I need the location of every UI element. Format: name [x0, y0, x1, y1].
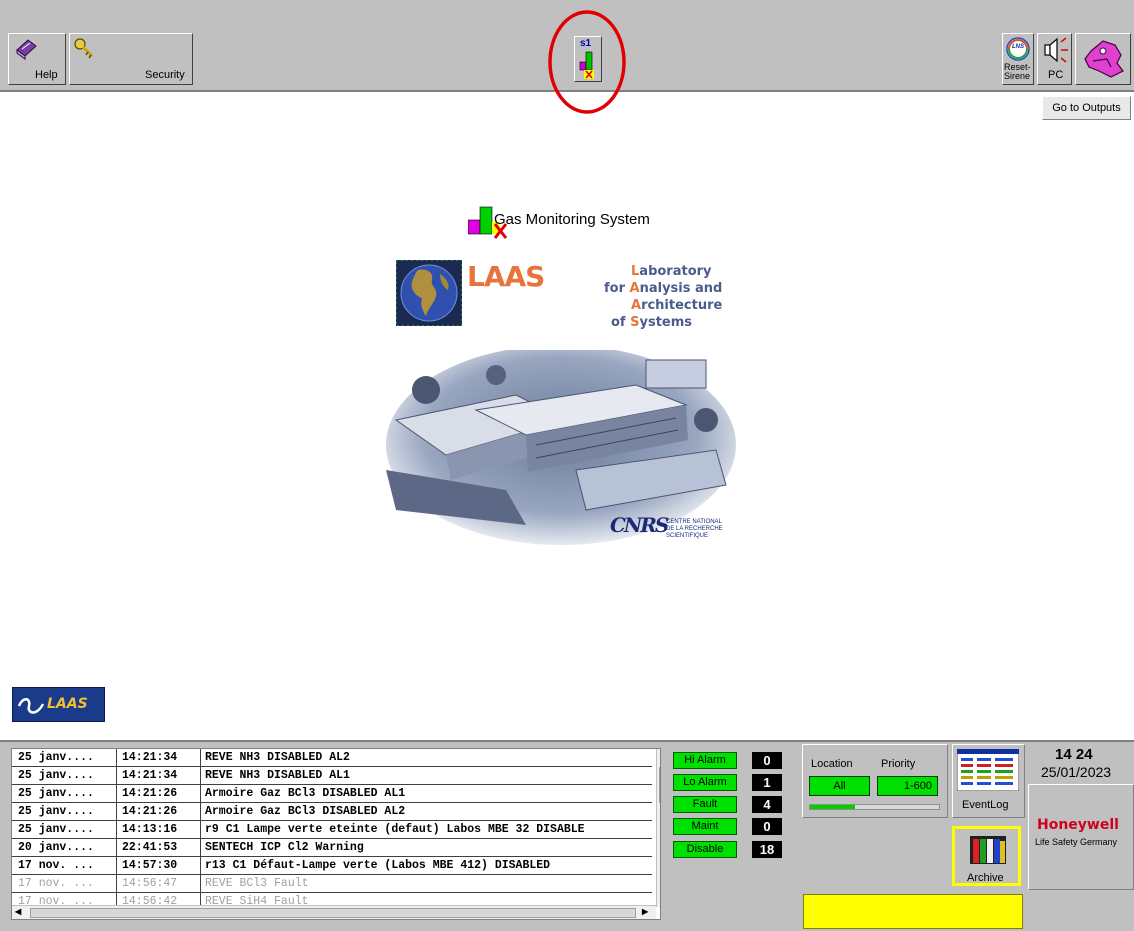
archive-binders-icon [970, 836, 1006, 864]
filter-progress-track [809, 804, 940, 810]
disable-button[interactable]: Disable [673, 841, 737, 858]
cnrs-line-2: DE LA RECHERCHE [666, 526, 723, 532]
highlight-circle [548, 10, 626, 114]
event-row[interactable]: 25 janv.... 14:21:26 Armoire Gaz BCl3 DISA… [12, 785, 652, 803]
cnrs-logo-mark: CNRS [610, 513, 669, 537]
lns-label: LNS [1012, 44, 1024, 50]
key-icon [74, 38, 94, 59]
lab-line-1: Laboratory [631, 264, 712, 279]
acknowledge-button[interactable] [1075, 33, 1131, 85]
filter-panel: Location Priority All 1-600 [802, 744, 948, 818]
clock-time: 14 24 [1055, 746, 1093, 763]
maint-button[interactable]: Maint [673, 818, 737, 835]
event-row[interactable]: 17 nov. ... 14:57:30 r13 C1 Défaut-Lampe v… [12, 857, 652, 875]
event-row[interactable]: 20 janv.... 22:41:53 SENTECH ICP Cl2 Warni… [12, 839, 652, 857]
help-button[interactable]: Help [8, 33, 66, 85]
fault-count: 4 [752, 796, 782, 813]
security-label: Security [145, 69, 185, 81]
disable-count: 18 [752, 841, 782, 858]
lo-alarm-button[interactable]: Lo Alarm [673, 774, 737, 791]
help-label: Help [35, 69, 58, 81]
priority-label: Priority [881, 758, 916, 770]
clock-date: 25/01/2023 [1041, 764, 1112, 780]
fault-button[interactable]: Fault [673, 796, 737, 813]
cnrs-swirl-icon [17, 698, 45, 714]
eventlog-grid-icon [957, 749, 1019, 791]
event-list[interactable]: 25 janv.... 14:21:34 REVE NH3 DISABLED AL2… [11, 748, 661, 920]
hi-alarm-count: 0 [752, 752, 782, 769]
event-row[interactable]: 25 janv.... 14:21:34 REVE NH3 DISABLED AL1 [12, 767, 652, 785]
lab-line-2: for Analysis and [604, 281, 723, 296]
honeywell-logo: Honeywell [1037, 817, 1119, 833]
lab-line-3: Architecture [631, 298, 723, 313]
scroll-right-arrow-icon[interactable]: ▶ [642, 907, 648, 917]
scroll-down-arrow-icon[interactable]: ▼ [660, 893, 661, 902]
scroll-left-arrow-icon[interactable]: ◀ [15, 907, 21, 917]
cnrs-laas-small-logo: LAAS [12, 687, 105, 722]
lo-alarm-count: 1 [752, 774, 782, 791]
lab-line-4: of Systems [611, 315, 693, 330]
event-row[interactable]: 25 janv.... 14:21:26 Armoire Gaz BCl3 DISA… [12, 803, 652, 821]
help-book-icon [16, 39, 37, 60]
status-message-bar [803, 894, 1023, 929]
filter-progress-fill [810, 805, 855, 809]
honeywell-panel: Honeywell Life Safety Germany [1028, 784, 1134, 890]
column-divider [200, 749, 201, 919]
pc-label: PC [1048, 69, 1064, 81]
security-button[interactable]: Security [69, 33, 193, 85]
reset-sirene-button[interactable]: LNS Reset- Sirene [1002, 33, 1034, 85]
event-list-vscrollbar[interactable]: ▲ ▼ [656, 749, 661, 907]
event-list-hscrollbar[interactable]: ◀ ▶ [12, 905, 656, 919]
globe-logo [396, 260, 462, 326]
splash-title: Gas Monitoring System [494, 211, 650, 228]
laas-wordmark: LAAS [467, 260, 545, 293]
acknowledge-icon [1084, 40, 1124, 78]
honeywell-subtitle: Life Safety Germany [1035, 837, 1118, 847]
hscroll-thumb[interactable] [30, 908, 636, 918]
eventlog-button[interactable]: EventLog [952, 744, 1025, 818]
archive-label: Archive [967, 872, 1004, 884]
maint-count: 0 [752, 818, 782, 835]
eventlog-label: EventLog [962, 799, 1009, 811]
scroll-thumb[interactable] [659, 767, 660, 803]
scroll-up-arrow-icon[interactable]: ▲ [660, 751, 661, 760]
location-label: Location [811, 758, 853, 770]
priority-select[interactable]: 1-600 [877, 776, 938, 796]
event-row[interactable]: 25 janv.... 14:21:34 REVE NH3 DISABLED AL2 [12, 749, 652, 767]
go-to-outputs-button[interactable]: Go to Outputs [1042, 96, 1131, 120]
column-divider [116, 749, 117, 919]
cnrs-line-3: SCIENTIFIQUE [666, 533, 709, 539]
pc-speaker-button[interactable]: PC [1037, 33, 1072, 85]
archive-button[interactable]: Archive [952, 826, 1021, 886]
event-row[interactable]: 25 janv.... 14:13:16 r9 C1 Lampe verte ete… [12, 821, 652, 839]
small-logo-text: LAAS [47, 696, 88, 712]
location-select[interactable]: All [809, 776, 870, 796]
speaker-icon [1044, 37, 1068, 63]
event-row[interactable]: 17 nov. ... 14:56:47 REVE BCl3 Fault [12, 875, 652, 893]
hi-alarm-button[interactable]: Hi Alarm [673, 752, 737, 769]
reset-line2: Sirene [1004, 71, 1031, 81]
cnrs-line-1: CENTRE NATIONAL [666, 519, 722, 525]
toolbar: Help Security s1 LNS Reset- Sirene PC [0, 0, 1134, 114]
